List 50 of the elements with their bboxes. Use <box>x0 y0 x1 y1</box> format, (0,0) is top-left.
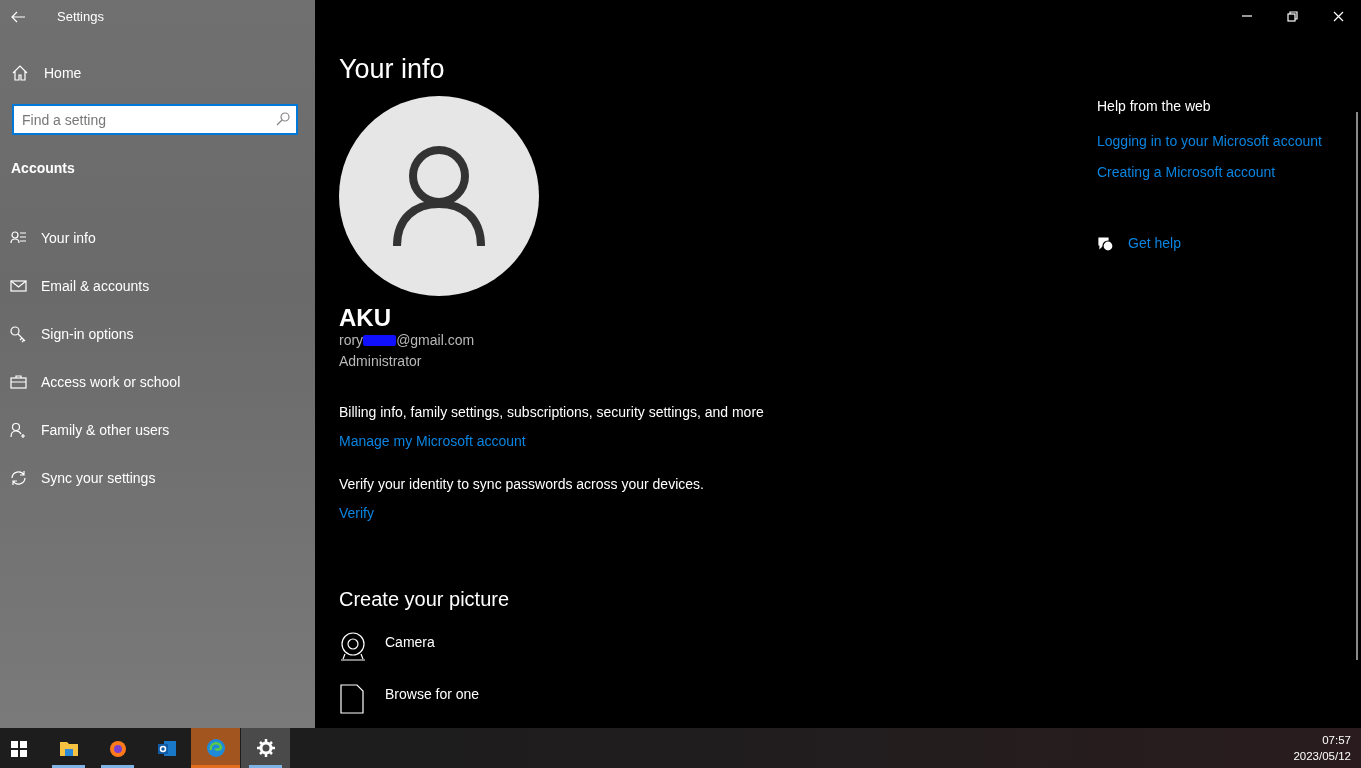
description-text: Verify your identity to sync passwords across your devices. <box>339 475 704 495</box>
picture-option[interactable]: Camera <box>339 632 435 663</box>
help-link[interactable]: Creating a Microsoft account <box>1097 162 1276 183</box>
restore-icon <box>1286 10 1298 22</box>
email-text: @gmail.com <box>396 331 475 351</box>
home-link[interactable]: Home <box>0 49 315 97</box>
person-add-icon <box>10 421 27 439</box>
taskbar-app[interactable] <box>241 728 290 768</box>
windows-icon <box>9 738 29 758</box>
sidebar-item[interactable]: Sync your settings <box>0 454 315 502</box>
sidebar-item[interactable]: Access work or school <box>0 358 315 406</box>
section-heading: Accounts <box>11 159 76 178</box>
camera-icon <box>339 632 367 663</box>
account-link[interactable]: Verify <box>339 503 374 525</box>
account-link[interactable]: Manage my Microsoft account <box>339 431 526 453</box>
user-name: AKU <box>339 306 391 331</box>
sidebar-item[interactable]: Your info <box>0 214 315 262</box>
chat-help-icon <box>1097 235 1114 252</box>
person-icon <box>393 146 485 247</box>
back-icon <box>11 10 25 23</box>
clock-time: 07:57 <box>1322 732 1351 748</box>
picture-option[interactable]: Browse for one <box>339 684 480 715</box>
page-title: Your info <box>339 53 445 86</box>
window-title: Settings <box>57 7 104 26</box>
sidebar-item[interactable]: Sign-in options <box>0 310 315 358</box>
key-icon <box>10 325 27 343</box>
help-link[interactable]: Logging in to your Microsoft account <box>1097 131 1322 152</box>
section-heading: Create your picture <box>339 587 510 613</box>
sidebar-item[interactable]: Email & accounts <box>0 262 315 310</box>
clock-date: 2023/05/12 <box>1293 749 1351 764</box>
browser-icon <box>107 738 128 758</box>
redaction-mark <box>363 335 397 347</box>
sync-icon <box>10 469 27 487</box>
mail-icon <box>10 277 27 295</box>
search-icon <box>276 112 290 126</box>
back-button[interactable] <box>11 10 27 23</box>
edge-icon <box>205 738 226 758</box>
help-heading: Help from the web <box>1097 97 1211 116</box>
description-text: Billing info, family settings, subscriptions, security settings, and more <box>339 403 764 423</box>
file-icon <box>339 684 367 715</box>
home-icon <box>12 65 28 81</box>
briefcase-icon <box>10 373 27 391</box>
close-icon <box>1332 10 1344 22</box>
search-field[interactable]: Find a setting <box>12 104 298 135</box>
settings-icon <box>255 738 276 758</box>
sidebar-item[interactable]: Family & other users <box>0 406 315 454</box>
mail-app-icon <box>156 738 177 758</box>
get-help-link[interactable]: Get help <box>1097 233 1181 254</box>
account-role: Administrator <box>339 352 422 372</box>
email-text: rory <box>339 331 364 351</box>
